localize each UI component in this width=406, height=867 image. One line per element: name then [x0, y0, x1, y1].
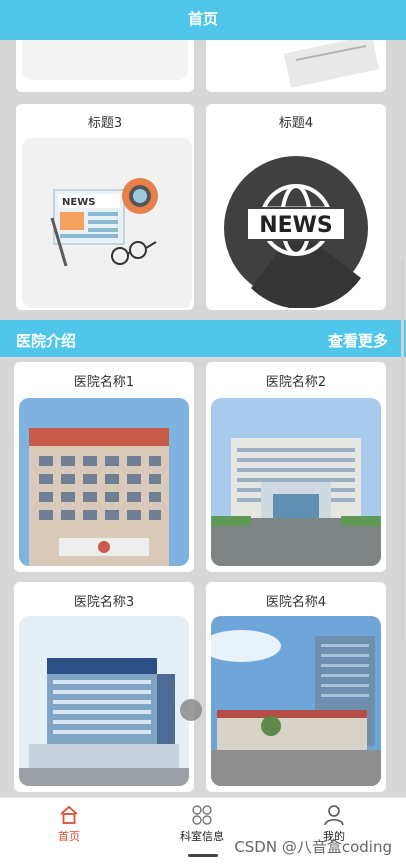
news-globe-badge-icon: NEWS [211, 138, 381, 308]
news-illustration-icon: NEWS [22, 138, 192, 308]
hospital-photo-2 [211, 398, 381, 566]
scroll-indicator-dot [180, 699, 202, 721]
user-icon [323, 804, 345, 826]
hospital-card-4[interactable]: 医院名称4 [206, 582, 386, 792]
tab-departments-label: 科室信息 [180, 830, 224, 843]
home-icon [58, 804, 80, 826]
watermark: CSDN @八音盒coding [234, 838, 392, 856]
tab-home-label: 首页 [58, 830, 80, 843]
news-card-title: 标题3 [87, 116, 123, 131]
see-more-link[interactable]: 查看更多 [328, 330, 388, 351]
newspaper-icon [283, 40, 380, 88]
news-card-1[interactable]: 标题3 NEWS [16, 104, 194, 310]
page-header: 首页 [0, 0, 406, 40]
hospital-card-3[interactable]: 医院名称3 [14, 582, 194, 792]
hospital-card-1[interactable]: 医院名称1 [14, 362, 194, 572]
hospital-photo-3 [19, 616, 189, 786]
main-scroll[interactable]: 标题3 NEWS 标题4 NEWS 医院介绍 查看更多 医院名称1 医院名称2 … [0, 40, 406, 797]
section-hospital-intro: 医院介绍 查看更多 [0, 320, 406, 357]
hospital-photo-1 [19, 398, 189, 566]
news-card-title: 标题4 [278, 116, 314, 131]
tab-departments[interactable]: 科室信息 [162, 804, 242, 844]
svg-text:NEWS: NEWS [62, 197, 95, 208]
hospital-name: 医院名称2 [265, 375, 327, 390]
grid-icon [191, 804, 213, 826]
news-card-2[interactable]: 标题4 NEWS [206, 104, 386, 310]
card-partial-1[interactable] [16, 40, 194, 92]
svg-text:NEWS: NEWS [259, 213, 333, 238]
hospital-photo-4 [211, 616, 381, 786]
hospital-name: 医院名称1 [73, 375, 135, 390]
card-partial-2[interactable] [206, 40, 386, 92]
page-title: 首页 [187, 10, 218, 28]
tab-home[interactable]: 首页 [29, 804, 109, 844]
section-title: 医院介绍 [16, 332, 77, 350]
hospital-card-2[interactable]: 医院名称2 [206, 362, 386, 572]
hospital-name: 医院名称4 [265, 595, 327, 610]
home-indicator [188, 854, 218, 857]
scrollbar[interactable] [401, 260, 404, 640]
hospital-name: 医院名称3 [73, 595, 135, 610]
